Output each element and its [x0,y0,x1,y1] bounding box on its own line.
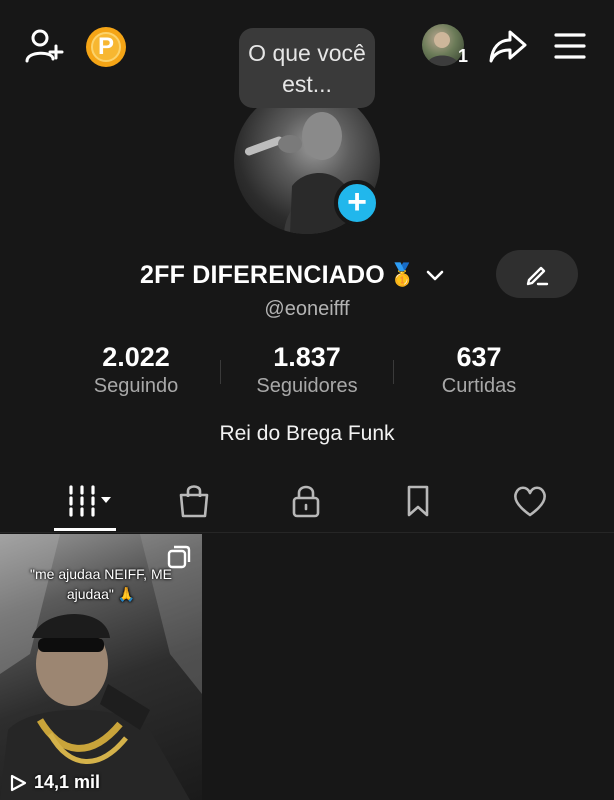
likes-label: Curtidas [441,375,517,397]
tabs-divider [0,532,614,533]
stat-following[interactable]: 2.022 Seguindo [72,342,200,398]
view-count-text: 14,1 mil [34,772,101,792]
shopping-bag-icon [179,485,209,518]
active-tab-indicator [54,528,116,531]
bookmark-icon [407,485,429,517]
tab-shop[interactable] [164,478,224,524]
share-icon[interactable] [486,26,530,66]
coins-button[interactable]: P [86,27,126,67]
display-name-row[interactable]: 2FF DIFERENCIADO 🥇 [140,255,446,295]
grid-icon [69,485,111,517]
heart-icon [514,486,546,517]
display-name: 2FF DIFERENCIADO [140,260,385,289]
story-prompt-text: O que você est... [248,40,366,97]
following-label: Seguindo [93,375,179,397]
followers-label: Seguidores [256,375,358,397]
add-friend-icon[interactable] [22,24,66,68]
medal-icon: 🥇 [388,262,417,287]
tab-private[interactable] [276,478,336,524]
stat-divider [393,360,394,384]
lock-icon [292,485,320,518]
friends-count: 1 [458,46,469,66]
coin-icon: P [97,33,114,60]
tab-saved[interactable] [388,478,448,524]
view-count: 14,1 mil [8,772,100,793]
username: @eoneifff [264,298,350,320]
pencil-icon [526,266,549,286]
stat-divider [220,360,221,384]
tab-videos[interactable] [58,478,120,524]
menu-icon[interactable] [550,26,590,66]
tab-liked[interactable] [500,478,560,524]
stat-likes[interactable]: 637 Curtidas [420,342,538,398]
likes-count: 637 [456,342,502,372]
followers-count: 1.837 [273,342,341,372]
following-count: 2.022 [102,342,170,372]
play-icon [10,774,27,791]
bio: Rei do Brega Funk [219,422,395,445]
story-prompt-bubble[interactable]: O que você est... [239,28,375,108]
edit-profile-button[interactable] [496,250,578,298]
add-story-button[interactable]: + [334,180,380,226]
carousel-icon [166,544,192,570]
chevron-down-icon[interactable] [424,264,446,286]
video-thumbnail[interactable]: "me ajudaa NEIFF, ME ajudaa" 🙏 [0,534,202,800]
stat-followers[interactable]: 1.837 Seguidores [240,342,374,398]
video-caption: "me ajudaa NEIFF, ME ajudaa" 🙏 [30,566,172,602]
